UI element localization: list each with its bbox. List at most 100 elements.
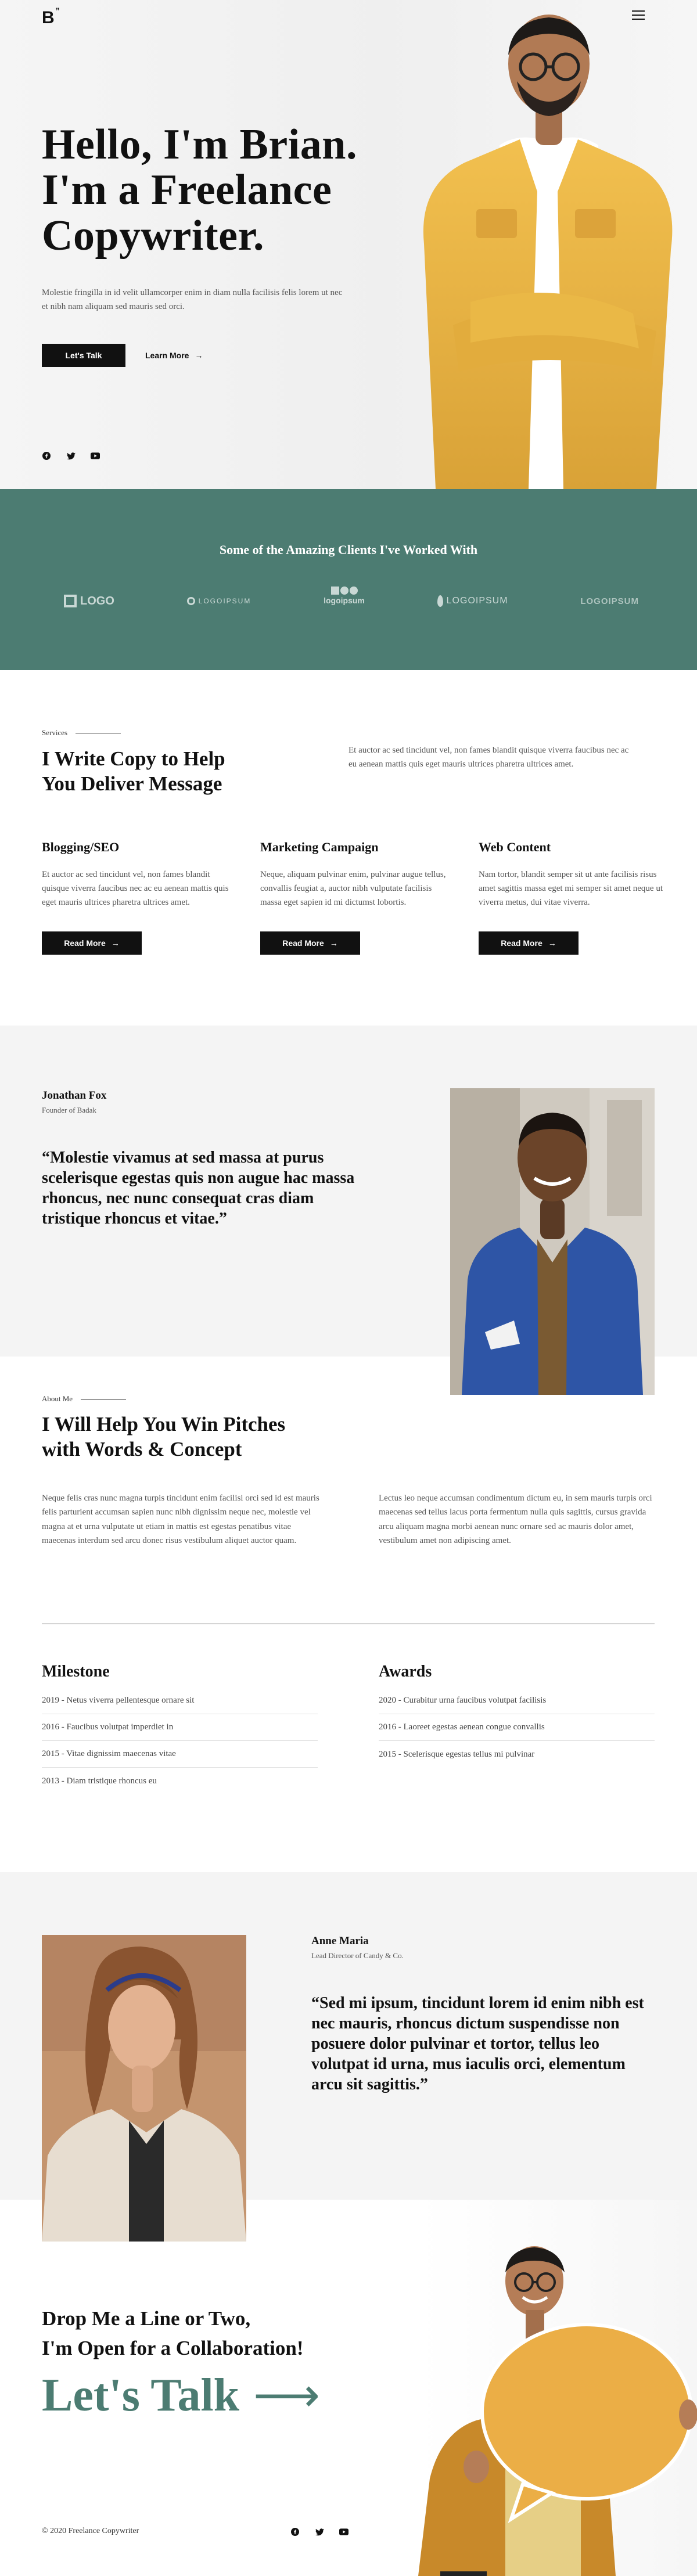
milestone-list: 2019 - Netus viverra pellentesque ornare… xyxy=(42,1688,318,1794)
client-logo-1-text: LOGO xyxy=(80,594,114,607)
about-section: About Me I Will Help You Win Pitches with… xyxy=(0,1357,697,1688)
contact-title: Drop Me a Line or Two, I'm Open for a Col… xyxy=(42,2304,390,2363)
milestone-title: Milestone xyxy=(42,1663,110,1681)
hero-title-line1: Hello, I'm Brian. xyxy=(42,121,357,168)
service-web-content: Web Content Nam tortor, blandit semper s… xyxy=(479,840,670,955)
about-title-line1: I Will Help You Win Pitches xyxy=(42,1413,286,1435)
hero-social-links xyxy=(42,451,100,460)
read-more-label: Read More xyxy=(64,938,106,948)
list-item: 2016 - Faucibus volutpat imperdiet in xyxy=(42,1714,318,1741)
client-logo-4-text: LOGOIPSUM xyxy=(446,596,508,606)
arrow-right-icon: → xyxy=(195,351,203,360)
services-title: I Write Copy to Help You Deliver Message xyxy=(42,747,286,796)
client-logo-3-text: logoipsum xyxy=(324,596,365,605)
twitter-icon[interactable] xyxy=(315,2527,324,2537)
ring-logo-icon xyxy=(186,597,195,605)
youtube-icon[interactable] xyxy=(91,451,100,460)
client-logo-2-text: LOGOIPSUM xyxy=(198,597,252,605)
client-logos: LOGO LOGOIPSUM logoipsum LOGOIPSUM LOGOI… xyxy=(64,587,639,616)
services-label: Services xyxy=(42,728,121,737)
read-more-button[interactable]: Read More → xyxy=(42,931,142,955)
service-title: Web Content xyxy=(479,840,551,854)
footer-social-links xyxy=(290,2527,348,2537)
author-role: Founder of Badak xyxy=(42,1106,96,1114)
hero-section: B” Hello, I'm Brian. I'm a Freelance Cop… xyxy=(0,0,697,489)
read-more-button[interactable]: Read More → xyxy=(479,931,579,955)
hero-title-line3: Copywriter. xyxy=(42,211,264,260)
square-logo-icon xyxy=(64,595,77,607)
learn-more-label: Learn More xyxy=(145,351,189,360)
testimonial-portrait-image xyxy=(42,1935,246,2242)
testimonial-section-2: Anne Maria Lead Director of Candy & Co. … xyxy=(0,1872,697,2242)
clients-title: Some of the Amazing Clients I've Worked … xyxy=(219,542,478,557)
hero-portrait-image xyxy=(423,15,673,489)
read-more-label: Read More xyxy=(282,938,324,948)
learn-more-link[interactable]: Learn More → xyxy=(145,344,203,367)
list-item: 2013 - Diam tristique rhoncus eu xyxy=(42,1776,157,1786)
list-item: 2015 - Scelerisque egestas tellus mi pul… xyxy=(379,1749,535,1759)
client-logo-1: LOGO xyxy=(64,587,114,616)
list-item: 2015 - Vitae dignissim maecenas vitae xyxy=(42,1741,318,1768)
client-logo-3: logoipsum xyxy=(324,587,365,616)
testimonial-author: Jonathan Fox Founder of Badak xyxy=(42,1089,106,1115)
contact-title-line2: I'm Open for a Collaboration! xyxy=(42,2336,304,2359)
service-blogging: Blogging/SEO Et auctor ac sed tincidunt … xyxy=(42,840,233,955)
testimonial-quote: “Molestie vivamus at sed massa at purus … xyxy=(42,1149,355,1228)
facebook-icon[interactable] xyxy=(290,2527,300,2537)
clients-section: Some of the Amazing Clients I've Worked … xyxy=(0,489,697,670)
read-more-label: Read More xyxy=(501,938,542,948)
milestones-awards-lists: 2019 - Netus viverra pellentesque ornare… xyxy=(0,1688,697,1872)
service-text: Nam tortor, blandit semper sit ut ante f… xyxy=(479,870,663,907)
hero-title-line2: I'm a Freelance xyxy=(42,166,332,214)
shapes-logo-icon xyxy=(330,587,358,595)
list-item: 2016 - Laoreet egestas aenean congue con… xyxy=(379,1714,655,1741)
list-item: 2019 - Netus viverra pellentesque ornare… xyxy=(42,1688,318,1714)
testimonial-quote: “Sed mi ipsum, tincidunt lorem id enim n… xyxy=(311,1994,644,2093)
lets-talk-cta-label: Let's Talk xyxy=(42,2369,240,2421)
long-arrow-right-icon: ⟶ xyxy=(253,2370,320,2422)
about-title: I Will Help You Win Pitches with Words & … xyxy=(42,1412,344,1462)
arrow-right-icon: → xyxy=(548,938,556,948)
author-name: Jonathan Fox xyxy=(42,1089,107,1102)
client-logo-4: LOGOIPSUM xyxy=(437,587,508,616)
service-text: Neque, aliquam pulvinar enim, pulvinar a… xyxy=(260,870,446,907)
author-role: Lead Director of Candy & Co. xyxy=(311,1951,404,1960)
awards-title: Awards xyxy=(379,1663,432,1681)
list-item: 2020 - Curabitur urna faucibus volutpat … xyxy=(379,1688,655,1714)
service-title: Marketing Campaign xyxy=(260,840,379,854)
logo-letter: B xyxy=(42,8,55,27)
arrow-right-icon: → xyxy=(329,938,338,948)
arrow-right-icon: → xyxy=(111,938,120,948)
logo-mark: ” xyxy=(55,6,60,15)
lets-talk-cta[interactable]: Let's Talk ⟶ xyxy=(42,2368,320,2423)
service-marketing: Marketing Campaign Neque, aliquam pulvin… xyxy=(260,840,452,955)
services-title-line1: I Write Copy to Help xyxy=(42,747,225,770)
testimonial-section-1: Jonathan Fox Founder of Badak “Molestie … xyxy=(0,1026,697,1395)
contact-section: Drop Me a Line or Two, I'm Open for a Col… xyxy=(0,2200,697,2576)
read-more-button[interactable]: Read More → xyxy=(260,931,360,955)
youtube-icon[interactable] xyxy=(339,2527,348,2537)
lets-talk-button[interactable]: Let's Talk xyxy=(42,344,125,367)
testimonial-author: Anne Maria Lead Director of Candy & Co. xyxy=(311,1935,404,1960)
about-text-right: Lectus leo neque accumsan condimentum di… xyxy=(379,1494,652,1545)
client-logo-5-text: LOGOIPSUM xyxy=(580,596,639,606)
awards-list: 2020 - Curabitur urna faucibus volutpat … xyxy=(379,1688,655,1768)
client-logo-2: LOGOIPSUM xyxy=(186,587,252,616)
about-text-left: Neque felis cras nunc magna turpis tinci… xyxy=(42,1494,319,1545)
contact-title-line1: Drop Me a Line or Two, xyxy=(42,2307,251,2330)
facebook-icon[interactable] xyxy=(42,451,51,460)
twitter-icon[interactable] xyxy=(66,451,76,460)
contact-portrait-image xyxy=(418,2246,697,2576)
services-title-line2: You Deliver Message xyxy=(42,772,222,795)
client-logo-5: LOGOIPSUM xyxy=(580,587,639,616)
about-label: About Me xyxy=(42,1394,126,1404)
site-logo[interactable]: B” xyxy=(42,6,60,28)
author-name: Anne Maria xyxy=(311,1935,369,1947)
services-section: Services I Write Copy to Help You Deliver… xyxy=(0,670,697,1026)
copyright-text: © 2020 Freelance Copywriter xyxy=(42,2527,139,2535)
about-title-line2: with Words & Concept xyxy=(42,1437,242,1460)
testimonial-portrait-image xyxy=(450,1088,655,1395)
service-title: Blogging/SEO xyxy=(42,840,120,854)
hero-description: Molestie fringilla in id velit ullamcorp… xyxy=(42,288,343,311)
services-intro: Et auctor ac sed tincidunt vel, non fame… xyxy=(348,746,629,769)
